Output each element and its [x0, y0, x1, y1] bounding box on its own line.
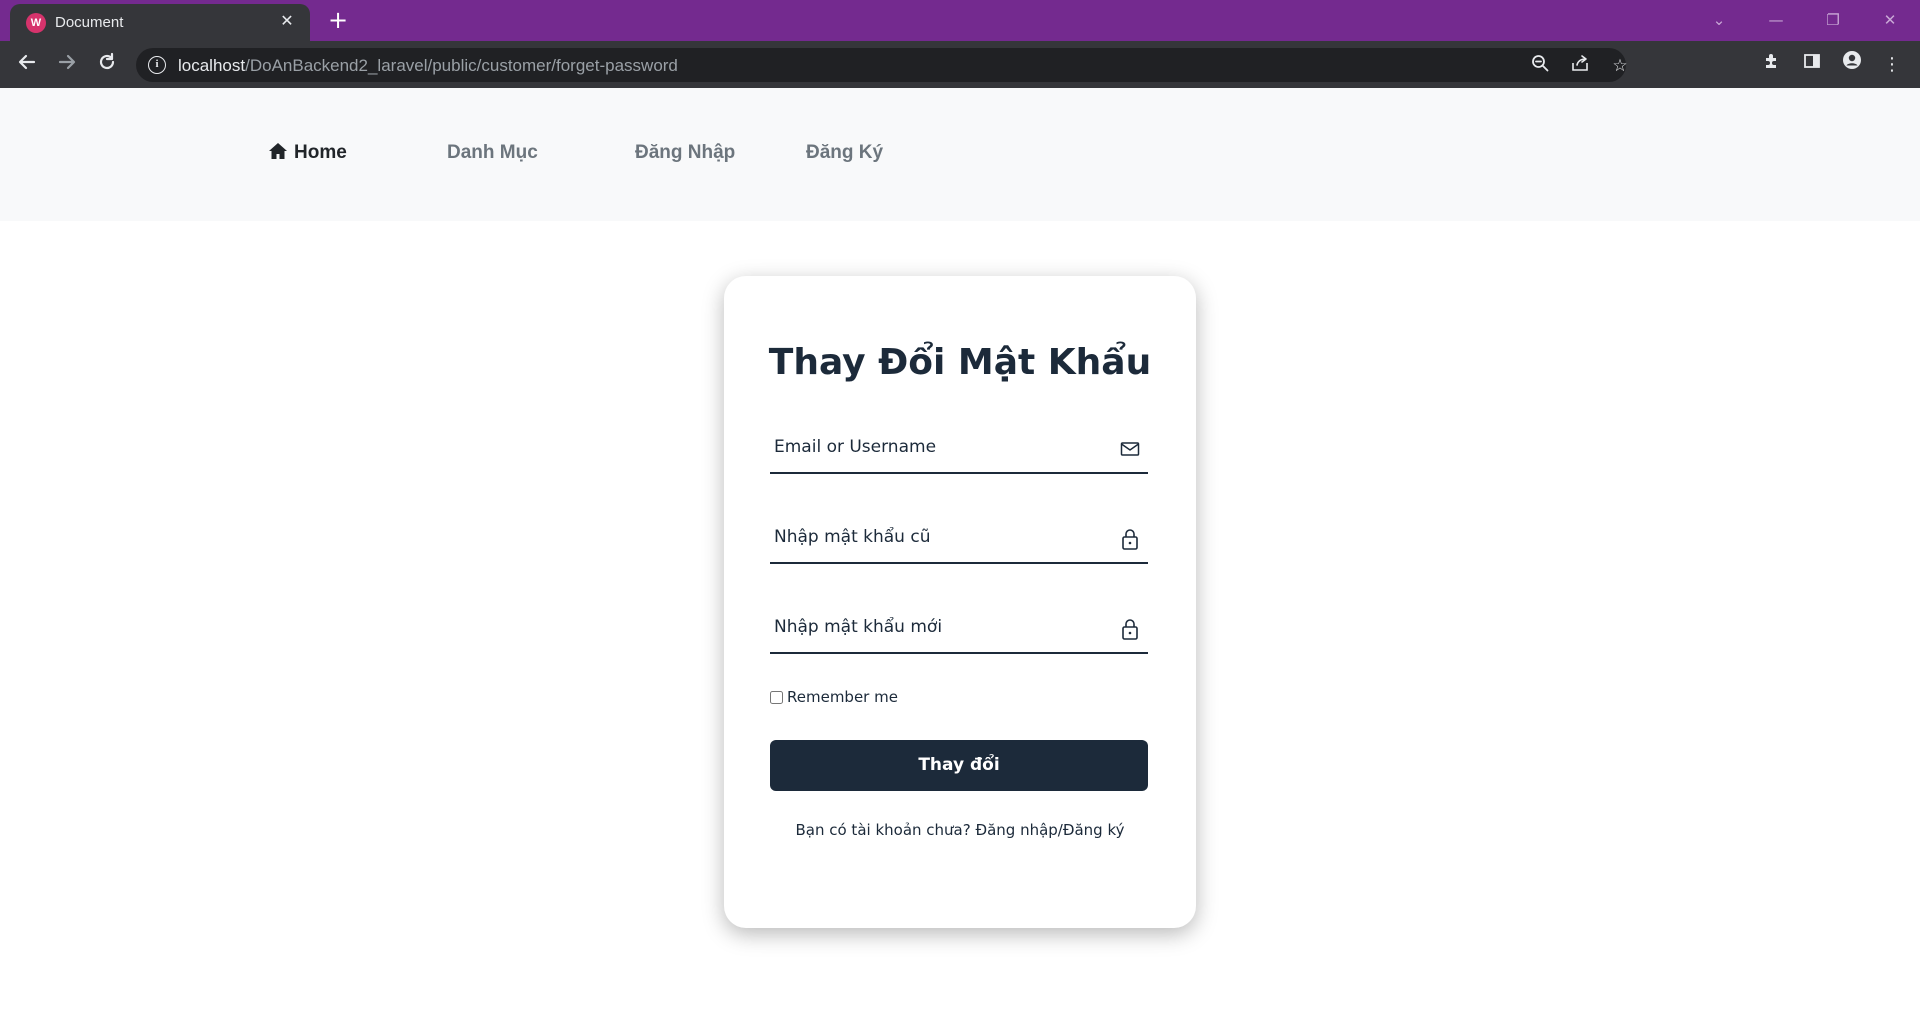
- nav-categories-link[interactable]: Danh Mục: [447, 142, 538, 164]
- change-password-button[interactable]: Thay đổi: [770, 740, 1148, 791]
- email-input[interactable]: [774, 430, 1104, 464]
- change-password-card: Thay Đổi Mật Khẩu Remember me Thay đổi B…: [724, 276, 1196, 928]
- forward-button[interactable]: [51, 49, 83, 81]
- close-window-button[interactable]: ✕: [1870, 6, 1910, 34]
- bookmark-star-icon[interactable]: ☆: [1608, 54, 1632, 78]
- zoom-icon[interactable]: [1528, 54, 1552, 78]
- envelope-icon: [1120, 442, 1140, 456]
- remember-me-checkbox[interactable]: [770, 690, 783, 704]
- new-tab-button[interactable]: +: [324, 6, 352, 34]
- reload-button[interactable]: [91, 49, 123, 81]
- favicon-icon: W: [26, 13, 46, 33]
- minimize-button[interactable]: —: [1756, 6, 1796, 34]
- new-password-input[interactable]: [774, 610, 1104, 644]
- lock-icon: [1122, 529, 1138, 550]
- email-field: [770, 422, 1148, 474]
- nav-register-link[interactable]: Đăng Ký: [806, 142, 883, 164]
- address-bar[interactable]: i localhost/DoAnBackend2_laravel/public/…: [136, 48, 1628, 82]
- url-text: localhost/DoAnBackend2_laravel/public/cu…: [178, 56, 678, 75]
- login-register-link[interactable]: Bạn có tài khoản chưa? Đăng nhập/Đăng ký: [724, 821, 1196, 839]
- extensions-icon[interactable]: [1756, 49, 1788, 81]
- share-icon[interactable]: [1568, 54, 1592, 78]
- menu-icon[interactable]: ⋮: [1876, 49, 1908, 81]
- browser-tab[interactable]: W Document ✕: [10, 4, 310, 41]
- side-panel-icon[interactable]: [1796, 49, 1828, 81]
- close-tab-icon[interactable]: ✕: [276, 11, 298, 33]
- new-password-field: [770, 602, 1148, 654]
- remember-me-label: Remember me: [787, 688, 898, 706]
- browser-tab-bar: W Document ✕ + ⌄ — ❐ ✕: [0, 0, 1920, 41]
- restore-button[interactable]: ❐: [1813, 6, 1853, 34]
- tab-title: Document: [55, 14, 124, 31]
- browser-toolbar: i localhost/DoAnBackend2_laravel/public/…: [0, 41, 1920, 88]
- house-icon: [269, 143, 287, 159]
- nav-home-link[interactable]: Home: [268, 142, 347, 164]
- page-title: Thay Đổi Mật Khẩu: [768, 342, 1152, 383]
- profile-icon[interactable]: [1836, 49, 1868, 81]
- old-password-field: [770, 512, 1148, 564]
- tab-search-icon[interactable]: ⌄: [1699, 6, 1739, 34]
- nav-login-link[interactable]: Đăng Nhập: [635, 142, 735, 164]
- site-info-icon[interactable]: i: [148, 56, 166, 74]
- site-navbar: Home Danh Mục Đăng Nhập Đăng Ký: [0, 88, 1920, 221]
- back-button[interactable]: [11, 49, 43, 81]
- lock-icon: [1122, 619, 1138, 640]
- remember-me[interactable]: Remember me: [770, 686, 898, 708]
- old-password-input[interactable]: [774, 520, 1104, 554]
